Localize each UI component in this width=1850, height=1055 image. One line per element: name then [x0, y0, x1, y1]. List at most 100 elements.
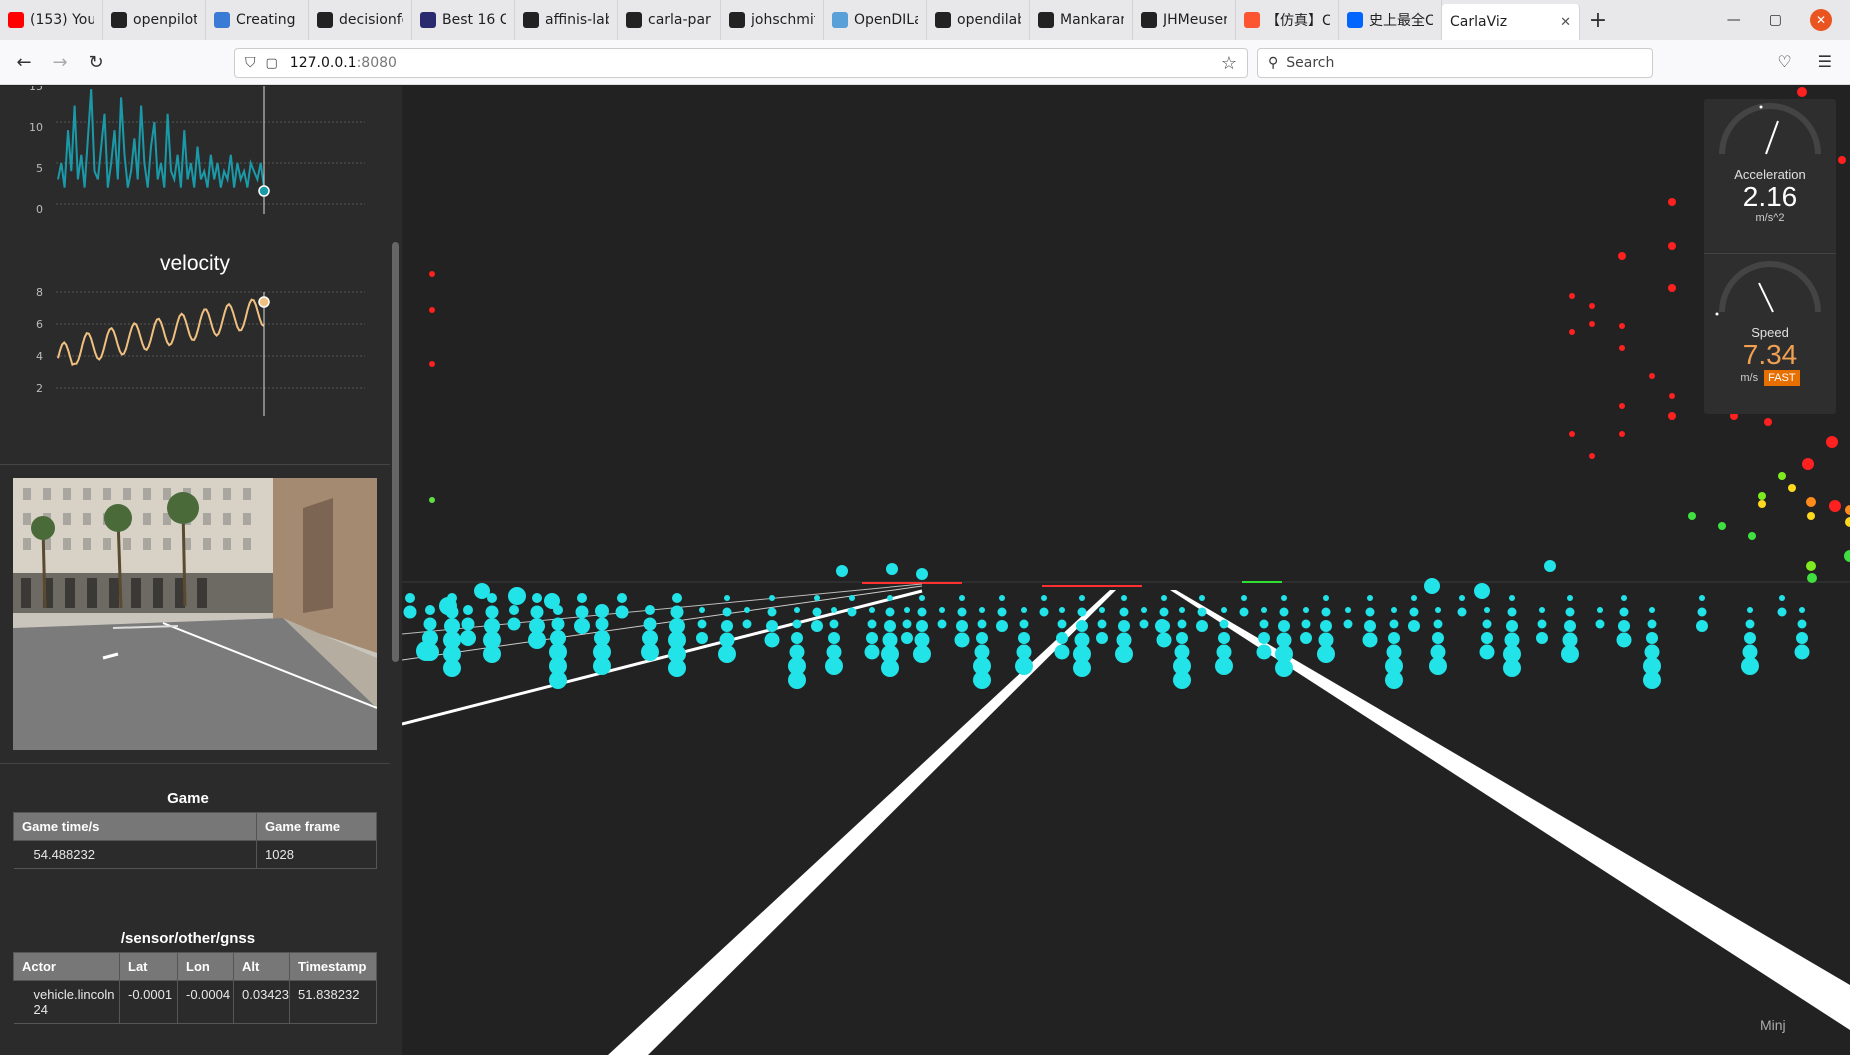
browser-tab[interactable]: Creating a — [206, 0, 309, 40]
lidar-point — [617, 593, 627, 603]
browser-tab[interactable]: opendilab — [927, 0, 1030, 40]
bookmark-star-icon[interactable]: ☆ — [1221, 53, 1237, 74]
lidar-point — [814, 595, 820, 601]
lidar-point — [847, 607, 857, 617]
velocity-y-tick: 4 — [36, 350, 43, 363]
speed-value: 7.34 — [1742, 339, 1798, 370]
lidar-point — [1323, 595, 1329, 601]
lidar-point — [1758, 492, 1766, 500]
close-tab-icon[interactable]: ✕ — [1560, 15, 1571, 30]
3d-viewport[interactable] — [402, 86, 1850, 1055]
browser-tab-active[interactable]: CarlaViz ✕ — [1442, 4, 1580, 40]
lidar-point — [1619, 607, 1629, 617]
lidar-point — [507, 617, 521, 631]
lidar-point — [1668, 412, 1676, 420]
lidar-point — [595, 617, 609, 631]
url-bar[interactable]: ⛉ ▢ 127.0.0.1:8080 ☆ — [234, 48, 1248, 78]
lidar-point — [1589, 453, 1595, 459]
lidar-point — [794, 607, 800, 613]
tab-label: Best 16 C — [442, 12, 506, 28]
browser-tab[interactable]: OpenDILa — [824, 0, 927, 40]
lidar-point — [1618, 620, 1630, 632]
browser-nav-bar: ← → ↻ ⛉ ▢ 127.0.0.1:8080 ☆ ⚲ Search ♡ ☰ — [0, 40, 1850, 85]
fast-badge: FAST — [1764, 370, 1800, 386]
lidar-point — [901, 632, 913, 644]
lidar-point — [1569, 431, 1575, 437]
lidar-point — [1218, 632, 1230, 644]
browser-tab[interactable]: 史上最全C — [1339, 0, 1442, 40]
browser-tab[interactable]: affinis-lab — [515, 0, 618, 40]
acceleration-label: Acceleration — [1734, 167, 1806, 182]
lidar-point — [767, 607, 777, 617]
lidar-point — [641, 643, 659, 661]
lidar-point — [1697, 607, 1707, 617]
velocity-marker — [258, 296, 270, 308]
lidar-point — [1745, 619, 1755, 629]
browser-tab[interactable]: decisionfo — [309, 0, 412, 40]
lidar-point — [1141, 607, 1147, 613]
lidar-point — [1788, 484, 1796, 492]
tab-label: 史上最全C — [1369, 13, 1433, 29]
lidar-point — [1301, 619, 1311, 629]
lidar-point — [1256, 644, 1272, 660]
browser-tab[interactable]: carla-park — [618, 0, 721, 40]
csdn-icon — [1244, 12, 1260, 28]
github-icon — [729, 12, 745, 28]
minimize-icon[interactable]: — — [1727, 12, 1741, 28]
lidar-point — [1177, 619, 1187, 629]
browser-tab[interactable]: openpilot — [103, 0, 206, 40]
browser-tab[interactable]: 【仿真】C — [1236, 0, 1339, 40]
lidar-point — [1429, 657, 1447, 675]
lidar-point — [1176, 632, 1188, 644]
forward-button[interactable]: → — [42, 52, 78, 73]
window-close-icon[interactable]: ✕ — [1810, 9, 1832, 31]
browser-tab[interactable]: JHMeuser — [1133, 0, 1236, 40]
tab-label: johschmit — [751, 12, 815, 28]
lidar-point — [1567, 595, 1573, 601]
lidar-point — [1320, 620, 1332, 632]
lidar-point — [792, 619, 802, 629]
lidar-point — [1219, 619, 1229, 629]
search-input[interactable]: ⚲ Search — [1257, 48, 1653, 78]
new-tab-button[interactable]: + — [1580, 8, 1616, 33]
lidar-point — [1544, 560, 1556, 572]
lidar-point — [1699, 595, 1705, 601]
lidar-point — [1161, 595, 1167, 601]
lidar-point — [722, 607, 732, 617]
menu-icon[interactable]: ☰ — [1818, 52, 1832, 71]
lidar-point — [829, 619, 839, 629]
lidar-point — [1619, 323, 1625, 329]
lidar-point — [1589, 303, 1595, 309]
tab-label: affinis-lab — [545, 12, 609, 28]
browser-tab[interactable]: (153) YouT — [0, 0, 103, 40]
back-button[interactable]: ← — [6, 52, 42, 73]
lidar-point — [1459, 595, 1465, 601]
browser-tab[interactable]: Mankaran — [1030, 0, 1133, 40]
lidar-point — [811, 620, 823, 632]
lidar-point — [1278, 620, 1290, 632]
speed-unit-row: m/s FAST — [1704, 370, 1836, 386]
lidar-point — [1537, 619, 1547, 629]
lidar-point — [1199, 595, 1205, 601]
browser-tab[interactable]: Best 16 C — [412, 0, 515, 40]
lidar-point — [973, 671, 991, 689]
lidar-point — [668, 659, 686, 677]
pocket-icon[interactable]: ♡ — [1777, 52, 1791, 71]
top-chart-marker — [258, 185, 270, 197]
lidar-point — [1565, 607, 1575, 617]
speed-dial — [1715, 261, 1821, 316]
left-panel-scrollbar[interactable] — [392, 242, 399, 662]
lidar-point — [1054, 644, 1070, 660]
reload-button[interactable]: ↻ — [78, 52, 114, 73]
lidar-point — [1797, 87, 1807, 97]
lidar-point — [1838, 156, 1846, 164]
maximize-icon[interactable]: ▢ — [1769, 12, 1782, 28]
github-icon — [317, 12, 333, 28]
lidar-point — [884, 620, 896, 632]
table-header: Lat — [119, 952, 178, 981]
browser-tab[interactable]: johschmit — [721, 0, 824, 40]
table-cell: -0.0001 — [119, 980, 178, 1024]
lidar-point — [1806, 561, 1816, 571]
acceleration-needle — [1765, 120, 1779, 155]
lidar-point — [1696, 620, 1708, 632]
